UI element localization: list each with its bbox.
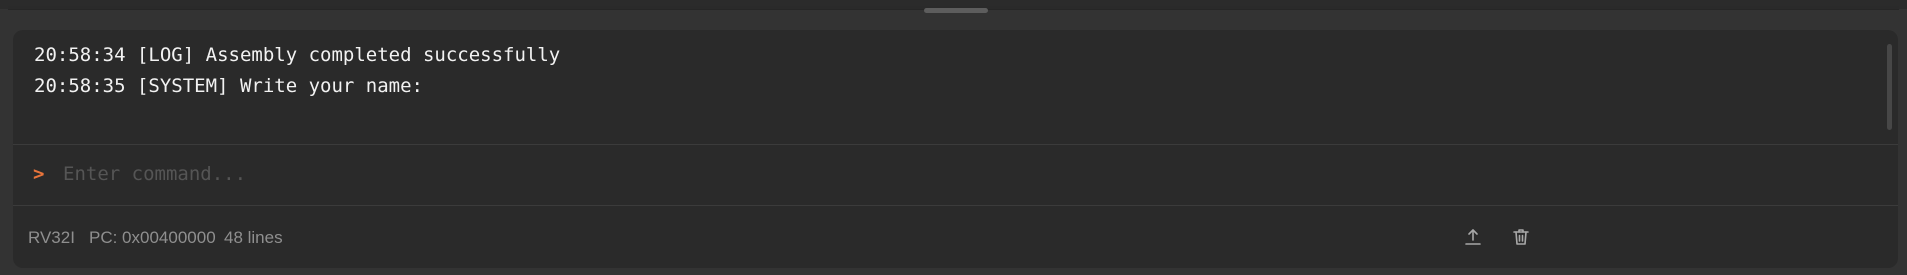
log-time: 20:58:35 [34, 75, 126, 97]
console-panel: 20:58:34 [LOG] Assembly completed succes… [13, 30, 1898, 268]
log-line: 20:58:35 [SYSTEM] Write your name: [34, 75, 423, 97]
log-message: Assembly completed successfully [205, 44, 561, 66]
command-input-row: > [13, 145, 1898, 205]
status-bar: RV32I PC: 0x00400000 48 lines [13, 206, 1898, 268]
log-tag: [LOG] [136, 44, 195, 66]
isa-label: RV32I [28, 228, 75, 247]
console-output: 20:58:34 [LOG] Assembly completed succes… [13, 30, 1898, 144]
trash-icon [1513, 229, 1529, 245]
log-line: 20:58:34 [LOG] Assembly completed succes… [34, 44, 560, 66]
log-message: Write your name: [239, 75, 423, 97]
export-button[interactable] [1458, 222, 1488, 252]
prompt-symbol: > [33, 163, 45, 185]
program-counter: PC: 0x00400000 [89, 228, 216, 247]
resize-handle[interactable] [924, 8, 988, 13]
line-count: 48 lines [224, 228, 283, 247]
log-tag: [SYSTEM] [136, 75, 229, 97]
clear-button[interactable] [1506, 222, 1536, 252]
upload-icon [1465, 229, 1481, 245]
output-scrollbar[interactable] [1887, 44, 1892, 130]
command-input[interactable] [63, 159, 1843, 189]
log-time: 20:58:34 [34, 44, 126, 66]
